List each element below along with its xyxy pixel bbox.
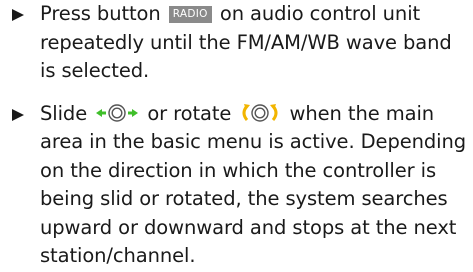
step-text-after: when the main area in the basic menu is … bbox=[40, 101, 467, 268]
instruction-list: Press button RADIO on audio control unit… bbox=[0, 0, 473, 271]
step-text-before: Slide bbox=[40, 101, 88, 125]
step-text-before: Press button bbox=[40, 2, 161, 25]
step-text-middle: or rotate bbox=[147, 101, 232, 125]
instruction-step-radio: Press button RADIO on audio control unit… bbox=[0, 0, 473, 86]
triangle-bullet-icon bbox=[12, 108, 24, 121]
slide-left-right-controller-icon bbox=[95, 103, 139, 123]
rotate-controller-icon bbox=[239, 103, 281, 123]
instruction-step-slide-rotate: Slide or rotate when the main area in th… bbox=[0, 100, 473, 271]
triangle-bullet-icon bbox=[12, 9, 24, 21]
radio-button-key: RADIO bbox=[168, 6, 212, 23]
